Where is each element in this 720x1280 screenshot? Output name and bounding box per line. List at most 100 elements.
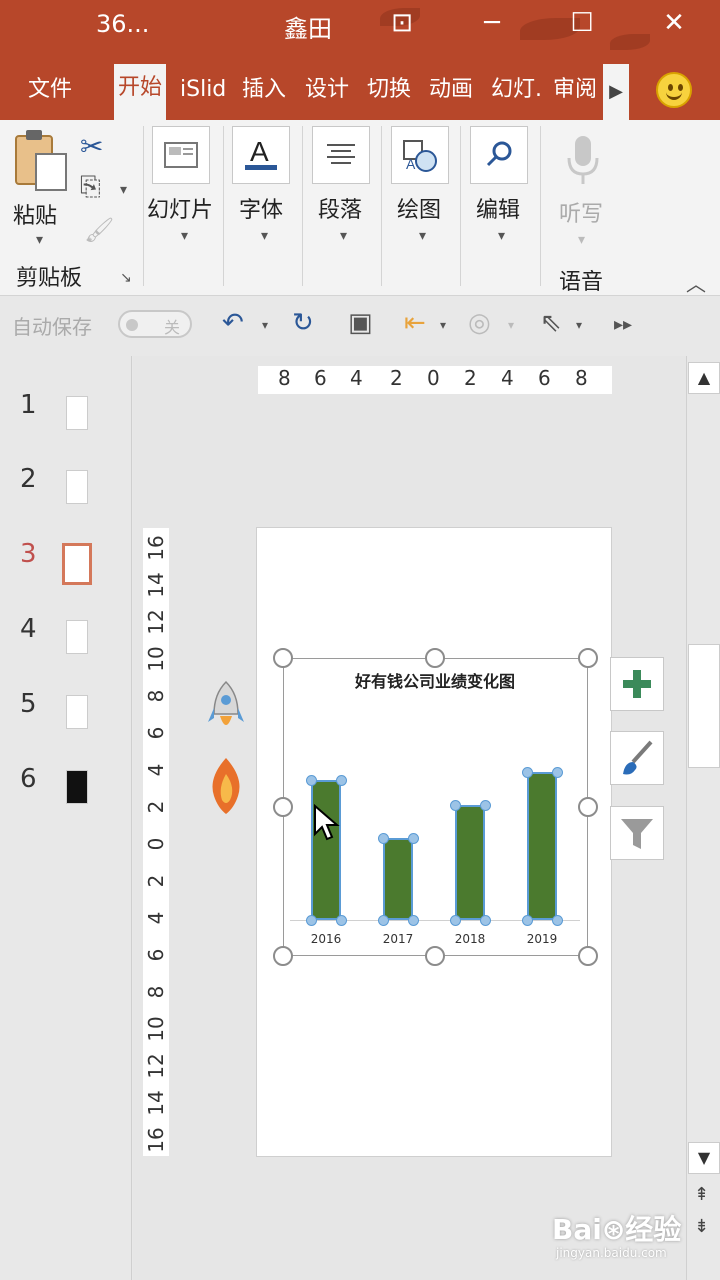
tab-transitions[interactable]: 切换 [367, 70, 411, 120]
tab-slideshow[interactable]: 幻灯. [491, 70, 542, 120]
resize-handle-top-right[interactable] [578, 648, 598, 668]
chart-styles-button[interactable] [610, 731, 664, 785]
bar-selection-point[interactable] [450, 800, 461, 811]
tab-review[interactable]: 审阅 [553, 70, 597, 120]
bar-selection-point[interactable] [378, 833, 389, 844]
undo-icon[interactable]: ↶ [222, 308, 244, 338]
clipboard-launcher-icon[interactable]: ↘ [120, 270, 132, 286]
present-from-start-icon[interactable]: ▣ [348, 308, 373, 338]
chart-bar[interactable] [455, 805, 485, 920]
chart-elements-button[interactable] [610, 657, 664, 711]
tab-home[interactable]: 开始 [114, 64, 167, 120]
arrange-icon[interactable]: ⇤ [404, 308, 426, 338]
minimize-icon[interactable]: ─ [472, 8, 512, 38]
undo-dropdown-icon[interactable]: ▾ [262, 318, 268, 332]
slides-label[interactable]: 幻灯片 [147, 192, 213, 224]
editing-label[interactable]: 编辑 [476, 192, 520, 224]
resize-handle-left[interactable] [273, 797, 293, 817]
chart-title[interactable]: 好有钱公司业绩变化图 [290, 668, 580, 692]
rocket-icon[interactable] [206, 680, 246, 738]
merge-dropdown-icon[interactable]: ▾ [508, 318, 514, 332]
format-painter-icon[interactable]: 🖌 [84, 216, 114, 244]
horizontal-ruler: 8 6 4 2 0 2 4 6 8 [258, 366, 612, 394]
scroll-down-icon[interactable]: ▼ [688, 1142, 720, 1174]
bar-selection-point[interactable] [522, 767, 533, 778]
copy-icon[interactable]: ⎘ [80, 172, 101, 203]
resize-handle-top-left[interactable] [273, 648, 293, 668]
collapse-ribbon-icon[interactable]: ︿ [686, 268, 706, 297]
bar-selection-point[interactable] [552, 915, 563, 926]
bar-selection-point[interactable] [306, 775, 317, 786]
resize-handle-right[interactable] [578, 797, 598, 817]
tab-insert[interactable]: 插入 [242, 70, 286, 120]
merge-shapes-icon[interactable]: ◎ [468, 308, 491, 338]
drawing-label[interactable]: 绘图 [397, 192, 441, 224]
scroll-up-icon[interactable]: ▲ [688, 362, 720, 394]
user-name[interactable]: 鑫田 [284, 9, 332, 44]
resize-handle-bottom-left[interactable] [273, 946, 293, 966]
resize-handle-bottom-right[interactable] [578, 946, 598, 966]
slides-dropdown-icon[interactable]: ▾ [181, 228, 188, 244]
feedback-smiley-icon[interactable] [656, 72, 692, 108]
font-dropdown-icon[interactable]: ▾ [261, 228, 268, 244]
paste-button[interactable]: 粘贴 [10, 128, 74, 248]
slides-button[interactable] [152, 126, 210, 184]
editing-button[interactable] [470, 126, 528, 184]
font-button[interactable]: A [232, 126, 290, 184]
bar-selection-point[interactable] [306, 915, 317, 926]
scrollbar-thumb[interactable] [688, 644, 720, 768]
resize-handle-bottom[interactable] [425, 946, 445, 966]
cut-icon[interactable]: ✂ [80, 130, 103, 163]
font-label[interactable]: 字体 [239, 192, 283, 224]
bar-selection-point[interactable] [336, 915, 347, 926]
bar-selection-point[interactable] [552, 767, 563, 778]
paragraph-button[interactable] [312, 126, 370, 184]
tab-file[interactable]: 文件 [28, 70, 72, 120]
arrange-dropdown-icon[interactable]: ▾ [440, 318, 446, 332]
bar-selection-point[interactable] [480, 800, 491, 811]
slide-thumbnail-active[interactable] [62, 543, 92, 585]
flame-icon[interactable] [206, 756, 246, 816]
bar-selection-point[interactable] [480, 915, 491, 926]
slide-thumbnail[interactable] [66, 770, 88, 804]
microphone-icon[interactable] [563, 134, 603, 190]
redo-icon[interactable]: ↻ [292, 308, 314, 338]
chart-bar[interactable] [383, 838, 413, 920]
resize-handle-top[interactable] [425, 648, 445, 668]
dictate-dropdown-icon[interactable]: ▾ [578, 232, 585, 248]
editing-dropdown-icon[interactable]: ▾ [498, 228, 505, 244]
bar-selection-point[interactable] [336, 775, 347, 786]
slide-thumbnail[interactable] [66, 620, 88, 654]
drawing-dropdown-icon[interactable]: ▾ [419, 228, 426, 244]
maximize-icon[interactable]: ☐ [562, 8, 602, 38]
tab-islide[interactable]: iSlid [180, 70, 226, 120]
chart-filters-button[interactable] [610, 806, 664, 860]
autosave-toggle[interactable]: 关 [118, 310, 192, 338]
next-slide-icon[interactable]: ⇟ [694, 1216, 709, 1237]
select-pointer-icon[interactable]: ⇖ [540, 308, 562, 338]
slide-thumbnail[interactable] [66, 396, 88, 430]
select-dropdown-icon[interactable]: ▾ [576, 318, 582, 332]
bar-selection-point[interactable] [450, 915, 461, 926]
bar-selection-point[interactable] [408, 915, 419, 926]
more-tabs-arrow-icon[interactable]: ▶ [603, 64, 629, 120]
close-icon[interactable]: ✕ [654, 8, 694, 38]
ribbon-display-icon[interactable]: ⊡ [382, 8, 422, 38]
tab-animations[interactable]: 动画 [429, 70, 473, 120]
paragraph-label[interactable]: 段落 [318, 192, 362, 224]
copy-dropdown-icon[interactable]: ▾ [120, 182, 127, 198]
chart-bar[interactable] [311, 780, 341, 920]
chart-bar[interactable] [527, 772, 557, 920]
more-commands-icon[interactable]: ▸▸ [614, 314, 632, 335]
bar-selection-point[interactable] [378, 915, 389, 926]
bar-selection-point[interactable] [408, 833, 419, 844]
bar-selection-point[interactable] [522, 915, 533, 926]
paste-dropdown-icon[interactable]: ▾ [36, 232, 43, 248]
slide-thumbnail[interactable] [66, 470, 88, 504]
dictate-label[interactable]: 听写 [559, 196, 603, 228]
slide-thumbnail[interactable] [66, 695, 88, 729]
previous-slide-icon[interactable]: ⇞ [694, 1184, 709, 1205]
paragraph-dropdown-icon[interactable]: ▾ [340, 228, 347, 244]
tab-design[interactable]: 设计 [305, 70, 349, 120]
drawing-button[interactable]: A [391, 126, 449, 184]
